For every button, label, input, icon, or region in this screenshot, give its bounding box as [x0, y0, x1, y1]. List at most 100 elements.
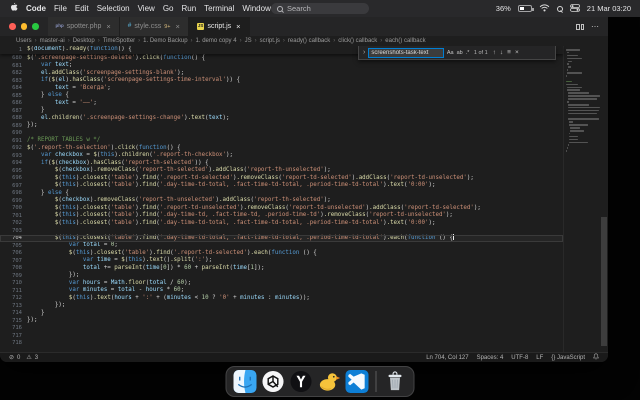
code-line[interactable]: 702 $(this).closest('table').find('.day-…: [0, 220, 563, 228]
dock-vscode-icon[interactable]: [345, 370, 369, 393]
indentation[interactable]: Spaces: 4: [477, 355, 504, 361]
scrollbar-thumb[interactable]: [601, 217, 607, 346]
code-line[interactable]: 706 $(this).closest('table').find('.repo…: [0, 250, 563, 258]
breadcrumb-item[interactable]: 1. Demo Backup: [143, 38, 187, 44]
breadcrumb-item[interactable]: Users: [16, 38, 32, 44]
tab-style.css[interactable]: # style.css 9+ ×: [119, 17, 189, 36]
code-line[interactable]: 699 $(checkbox).removeClass('report-th-u…: [0, 197, 563, 205]
breadcrumb-item[interactable]: JS: [245, 38, 252, 44]
code-line[interactable]: 687 }: [0, 107, 563, 115]
split-editor-icon[interactable]: [576, 23, 584, 30]
wifi-icon[interactable]: [539, 3, 550, 14]
warning-icon[interactable]: ⚠: [26, 354, 31, 361]
breadcrumb-item[interactable]: 1. demo copy 4: [196, 38, 237, 44]
breadcrumb-item[interactable]: script.js: [260, 38, 280, 44]
control-center-icon[interactable]: [569, 3, 580, 14]
code-line[interactable]: 708 total += parseInt(time[0]) * 60 + pa…: [0, 265, 563, 273]
app-menu[interactable]: Code: [26, 4, 46, 13]
breadcrumb-item[interactable]: each() callback: [385, 38, 425, 44]
breadcrumb-item[interactable]: TimeSpotter: [103, 38, 135, 44]
dock-chatgpt-icon[interactable]: [262, 370, 285, 393]
dock-trash-icon[interactable]: [384, 370, 407, 393]
spotlight-icon[interactable]: [556, 5, 563, 12]
code-line[interactable]: 713 });: [0, 302, 563, 310]
eol[interactable]: LF: [536, 355, 543, 361]
code-line[interactable]: 690: [0, 130, 563, 138]
zoom-window-button[interactable]: [32, 23, 39, 30]
menu-edit[interactable]: Edit: [75, 4, 89, 13]
code-line[interactable]: 718: [0, 340, 563, 348]
previous-match-icon[interactable]: ↑: [492, 49, 497, 56]
code-line[interactable]: 693 var checkbox = $(this).children('.re…: [0, 152, 563, 160]
code-line[interactable]: 716: [0, 325, 563, 333]
apple-menu-icon[interactable]: [9, 2, 18, 15]
tab-spotter.php[interactable]: php spotter.php ×: [47, 17, 120, 36]
code-line[interactable]: 701 $(this).closest('table').find('.day-…: [0, 212, 563, 220]
code-line[interactable]: 689});: [0, 122, 563, 130]
minimize-window-button[interactable]: [20, 23, 27, 30]
code-line[interactable]: 711 var minutes = total - hours * 60;: [0, 287, 563, 295]
breadcrumb-item[interactable]: master-ai: [40, 38, 65, 44]
breadcrumb-item[interactable]: click() callback: [338, 38, 377, 44]
code-line[interactable]: 717: [0, 332, 563, 340]
close-tab-icon[interactable]: ×: [106, 22, 110, 31]
menu-view[interactable]: View: [138, 4, 155, 13]
code-line[interactable]: 691 /* REPORT TABLES w */: [0, 137, 563, 145]
code-line[interactable]: 712 $(this).text(hours + ':' + (minutes …: [0, 295, 563, 303]
error-count[interactable]: 0: [17, 355, 20, 361]
cursor-position[interactable]: Ln 704, Col 127: [426, 355, 468, 361]
menu-run[interactable]: Run: [181, 4, 196, 13]
whole-word-icon[interactable]: ab: [456, 50, 463, 56]
code-line[interactable]: 707 var time = $(this).text().split(':')…: [0, 257, 563, 265]
menu-selection[interactable]: Selection: [97, 4, 130, 13]
code-line[interactable]: 694 if($(checkbox).hasClass('report-th-s…: [0, 160, 563, 168]
error-icon[interactable]: ⊘: [9, 354, 14, 361]
minimap[interactable]: [563, 46, 600, 352]
tab-script.js[interactable]: JS script.js ×: [188, 17, 250, 36]
notifications-icon[interactable]: [593, 353, 599, 362]
code-line[interactable]: 697 $(this).closest('table').find('.day-…: [0, 182, 563, 190]
code-line[interactable]: 685 } else {: [0, 92, 563, 100]
encoding[interactable]: UTF-8: [511, 355, 528, 361]
breadcrumb-item[interactable]: Desktop: [73, 38, 95, 44]
code-line[interactable]: 709 });: [0, 272, 563, 280]
dock-cyberduck-icon[interactable]: [318, 370, 341, 393]
toggle-replace-icon[interactable]: ›: [362, 49, 366, 56]
menu-window[interactable]: Window: [242, 4, 270, 13]
dock-y-app-icon[interactable]: [290, 370, 313, 393]
next-match-icon[interactable]: ↓: [499, 49, 504, 56]
code-line[interactable]: 695 $(checkbox).removeClass('report-th-s…: [0, 167, 563, 175]
code-line[interactable]: 682 el.addClass('screenpage-settings-bla…: [0, 70, 563, 78]
dock-finder-icon[interactable]: [233, 370, 257, 393]
close-tab-icon[interactable]: ×: [236, 22, 240, 31]
code-line[interactable]: 681 var text;: [0, 62, 563, 70]
menubar-clock[interactable]: 21 Mar 03:20: [587, 4, 631, 13]
menu-terminal[interactable]: Terminal: [204, 4, 234, 13]
match-case-icon[interactable]: Aa: [446, 50, 454, 56]
code-line[interactable]: 705 var total = 0;: [0, 242, 563, 250]
code-line[interactable]: 698 } else {: [0, 190, 563, 198]
code-line[interactable]: 692 $('.report-th-selection').click(funct…: [0, 145, 563, 153]
close-tab-icon[interactable]: ×: [176, 22, 180, 31]
code-line[interactable]: 714 }: [0, 310, 563, 318]
close-find-icon[interactable]: ×: [514, 49, 520, 56]
breadcrumb-item[interactable]: ready() callback: [288, 38, 330, 44]
warning-count[interactable]: 3: [35, 355, 38, 361]
code-line[interactable]: 710 var hours = Math.floor(total / 60);: [0, 280, 563, 288]
code-line[interactable]: 688 el.children('.screenpage-settings-ch…: [0, 115, 563, 123]
code-line[interactable]: 715});: [0, 317, 563, 325]
editor-scrollbar[interactable]: [600, 46, 608, 352]
code-line[interactable]: 704 $(this).closest('table').find('.day-…: [0, 234, 563, 242]
close-window-button[interactable]: [9, 23, 16, 30]
code-editor[interactable]: › Aa ab .* 1 of 1 ↑ ↓ ≡ × 1 $(document).…: [0, 46, 608, 352]
code-line[interactable]: 683 if($(el).hasClass('screenpage-settin…: [0, 77, 563, 85]
menu-go[interactable]: Go: [163, 4, 174, 13]
find-input[interactable]: [368, 47, 445, 58]
regex-icon[interactable]: .*: [465, 50, 470, 56]
code-line[interactable]: 700 $(this).closest('table').find('.repo…: [0, 205, 563, 213]
code-line[interactable]: 686 text = '——';: [0, 100, 563, 108]
find-in-selection-icon[interactable]: ≡: [506, 49, 512, 56]
language-mode[interactable]: {} JavaScript: [551, 355, 585, 361]
more-actions-icon[interactable]: ⋯: [591, 22, 599, 31]
code-line[interactable]: 684 text = 'Всегда';: [0, 85, 563, 93]
